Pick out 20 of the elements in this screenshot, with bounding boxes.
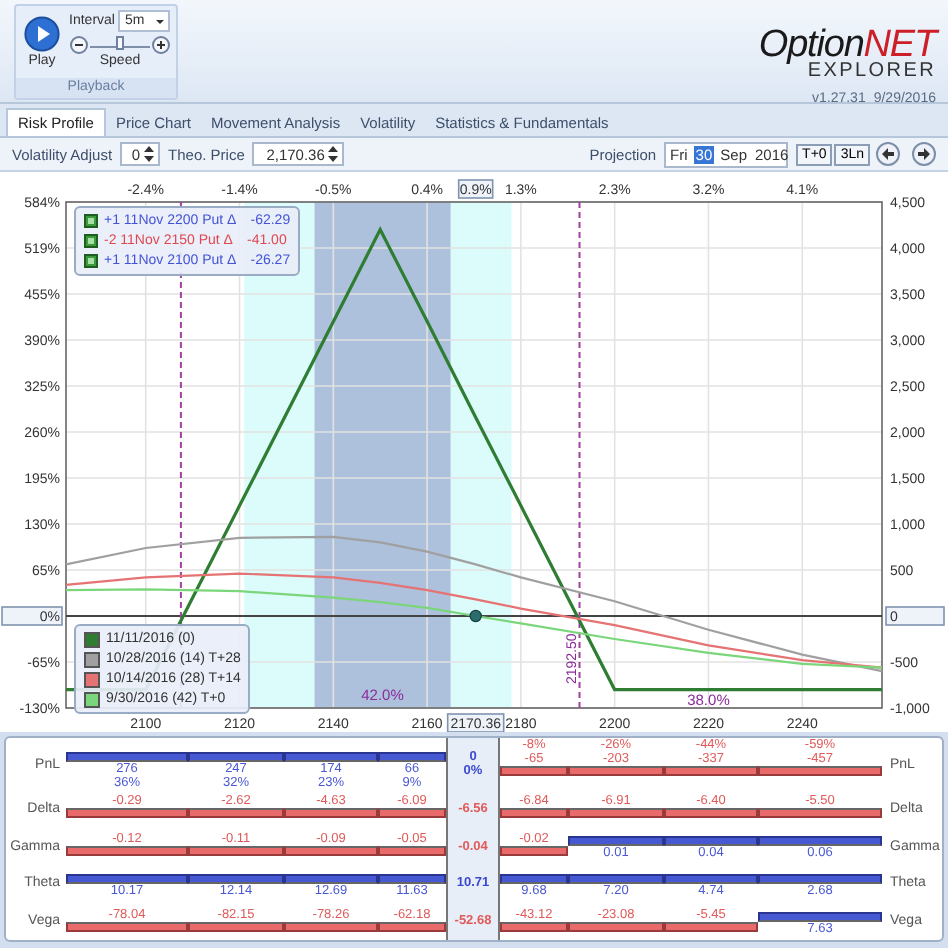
- checkbox[interactable]: [84, 234, 98, 248]
- price-marker: [469, 609, 482, 623]
- legend-swatch[interactable]: [84, 631, 100, 647]
- forward-arrow-icon[interactable]: [912, 142, 936, 166]
- caret-icon: [156, 19, 165, 23]
- back-arrow-icon[interactable]: [876, 142, 900, 166]
- logo-subtitle: EXPLORER: [807, 62, 936, 82]
- checkbox[interactable]: [84, 214, 98, 228]
- checkbox[interactable]: [84, 254, 98, 268]
- spin-arrows-icon[interactable]: [326, 144, 341, 164]
- plus-icon[interactable]: [152, 36, 170, 54]
- minus-icon[interactable]: [70, 36, 88, 54]
- legend-swatch[interactable]: [84, 671, 100, 687]
- logo-wordmark: OptionNET: [758, 28, 936, 62]
- spin-arrows-icon[interactable]: [142, 144, 157, 164]
- legend-swatch[interactable]: [84, 651, 100, 667]
- slider-thumb[interactable]: [116, 36, 124, 50]
- speed-slider[interactable]: [90, 36, 150, 48]
- play-icon: [24, 16, 60, 52]
- legend-swatch[interactable]: [84, 691, 100, 707]
